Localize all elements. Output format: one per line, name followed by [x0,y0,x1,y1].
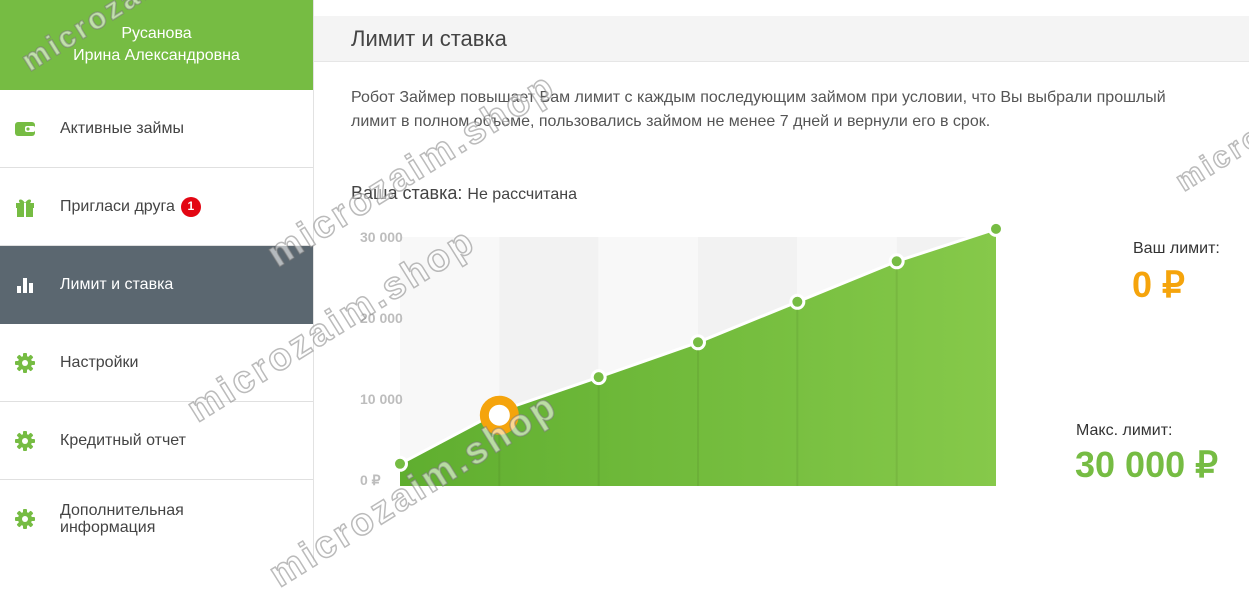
menu-item-active-loans[interactable]: Активные займы [0,90,313,168]
your-limit-value: 0 ₽ [1132,264,1185,305]
rate-value: Не рассчитана [467,186,577,203]
chart-point [789,293,806,310]
user-header: Русанова Ирина Александровна [0,0,313,90]
menu-label: Активные займы [60,120,184,137]
wallet-icon [14,118,36,140]
max-limit-label: Макс. лимит: [1076,422,1173,439]
gear-icon [14,508,36,530]
menu-item-additional-info[interactable]: Дополнительная информация [0,480,313,558]
menu-label: Кредитный отчет [60,432,186,449]
limit-description: Робот Займер повышает Вам лимит с каждым… [351,89,1166,130]
chart-point [690,334,706,351]
your-limit-label: Ваш лимит: [1133,240,1220,257]
current-limit-marker [479,395,519,435]
menu-label: Настройки [60,354,139,371]
y-tick-label: 0 ₽ [360,472,381,488]
page-title: Лимит и ставка [351,26,507,51]
top-bar [314,0,1249,17]
chart-point [988,220,1004,237]
menu-label-text: Пригласи друга [60,197,175,215]
sidebar: Русанова Ирина Александровна Активные за… [0,0,314,562]
chart-point [590,369,607,386]
gift-icon [14,196,36,218]
menu-item-settings[interactable]: Настройки [0,324,313,402]
limit-chart: 0 ₽ 10 000 20 000 30 000 [360,220,1004,488]
user-given-names: Ирина Александровна [73,47,240,64]
menu-label: Пригласи друга 1 [60,196,201,217]
y-tick-label: 10 000 [360,391,403,407]
y-tick-label: 30 000 [360,229,403,245]
title-bar: Лимит и ставка [314,16,1249,62]
menu-item-invite-friend[interactable]: Пригласи друга 1 [0,168,313,246]
chart-point [392,455,408,472]
user-surname: Русанова [121,25,192,42]
menu-item-credit-report[interactable]: Кредитный отчет [0,402,313,480]
chart-point [888,253,905,270]
menu-item-limit-and-rate[interactable]: Лимит и ставка [0,246,313,324]
rate-label: Ваша ставка: [351,183,463,203]
rate-line: Ваша ставка: Не рассчитана [351,183,577,204]
gear-icon [14,430,36,452]
bar-chart-icon [14,274,36,296]
y-tick-label: 20 000 [360,310,403,326]
menu-label: Дополнительная информация [60,502,184,536]
max-limit-value: 30 000 ₽ [1075,444,1219,485]
notification-badge: 1 [180,196,201,217]
menu-label: Лимит и ставка [60,276,174,293]
gear-icon [14,352,36,374]
